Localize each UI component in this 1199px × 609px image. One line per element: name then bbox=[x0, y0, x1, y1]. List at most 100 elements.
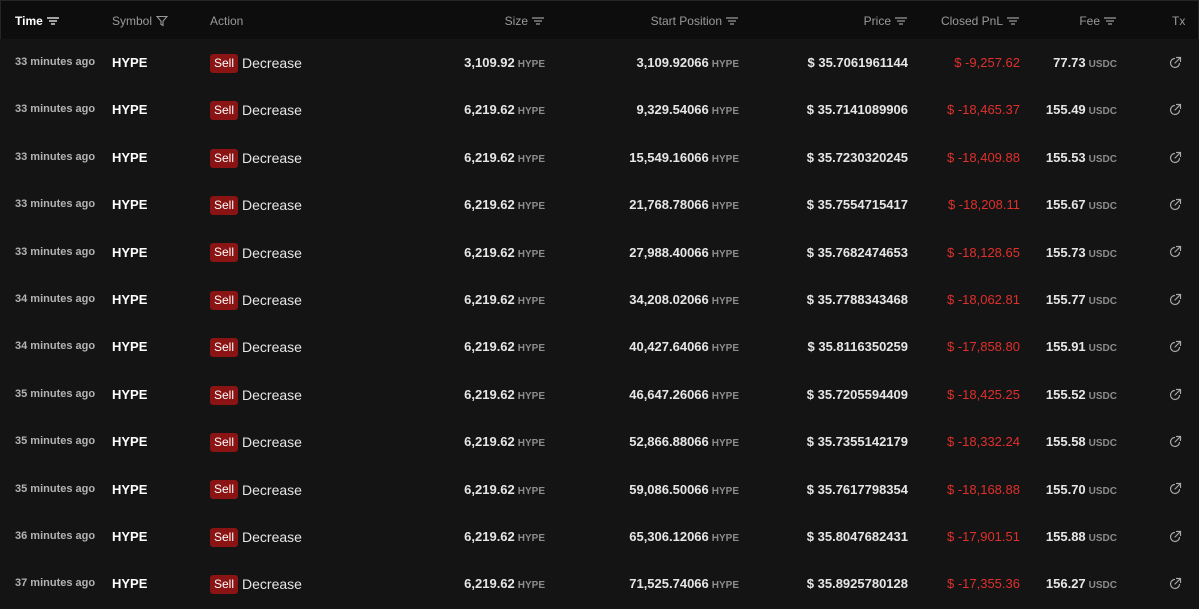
start-position-unit: HYPE bbox=[711, 533, 739, 544]
start-position-unit: HYPE bbox=[711, 153, 739, 165]
start-position-unit: HYPE bbox=[711, 390, 739, 402]
sort-lines-icon[interactable] bbox=[1007, 16, 1019, 26]
start-position-unit: HYPE bbox=[711, 106, 739, 118]
time-cell: 34 minutes ago bbox=[15, 293, 96, 305]
size-cell: 6,219.62 HYPE bbox=[464, 134, 545, 181]
size-unit: HYPE bbox=[517, 106, 545, 118]
external-link-icon[interactable] bbox=[1168, 293, 1182, 307]
external-link-icon[interactable] bbox=[1168, 151, 1182, 165]
action-cell: Sell Decrease bbox=[210, 39, 302, 86]
fee-cell: 155.67 USDC bbox=[1046, 181, 1117, 228]
size-value: 6,219.62 bbox=[464, 576, 515, 592]
table-row[interactable]: 35 minutes ago HYPE Sell Decrease 6,219.62 HY… bbox=[0, 371, 1199, 418]
table-row[interactable]: 33 minutes ago HYPE Sell Decrease 6,219.62 HY… bbox=[0, 181, 1199, 228]
fee-value: 156.27 bbox=[1045, 576, 1086, 592]
size-value: 6,219.62 bbox=[464, 386, 515, 402]
fee-cell: 155.70 USDC bbox=[1046, 466, 1117, 513]
column-header-start-position[interactable]: Start Position bbox=[651, 1, 738, 39]
table-row[interactable]: 33 minutes ago HYPE Sell Decrease 6,219.62 HY… bbox=[0, 86, 1199, 133]
time-cell: 33 minutes ago bbox=[15, 198, 96, 211]
tx-link[interactable] bbox=[1168, 86, 1184, 133]
external-link-icon[interactable] bbox=[1168, 577, 1182, 591]
direction-label: Decrease bbox=[242, 54, 302, 71]
fee-value: 155.70 bbox=[1045, 481, 1086, 497]
symbol-cell: HYPE bbox=[112, 197, 148, 213]
external-link-icon[interactable] bbox=[1168, 245, 1182, 259]
external-link-icon[interactable] bbox=[1168, 435, 1182, 449]
external-link-icon[interactable] bbox=[1168, 482, 1182, 496]
size-unit: HYPE bbox=[517, 153, 545, 165]
external-link-icon[interactable] bbox=[1168, 388, 1182, 402]
table-row[interactable]: 35 minutes ago HYPE Sell Decrease 6,219.62 HY… bbox=[0, 418, 1199, 465]
table-row[interactable]: 33 minutes ago HYPE Sell Decrease 6,219.62 HY… bbox=[0, 134, 1199, 181]
table-row[interactable]: 33 minutes ago HYPE Sell Decrease 3,109.92 HY… bbox=[0, 39, 1199, 86]
action-cell: Sell Decrease bbox=[210, 276, 302, 323]
column-header-action-label: Action bbox=[210, 13, 244, 28]
start-position-unit: HYPE bbox=[711, 248, 739, 260]
size-value: 6,219.62 bbox=[464, 434, 515, 450]
tx-link[interactable] bbox=[1168, 466, 1184, 513]
table-row[interactable]: 33 minutes ago HYPE Sell Decrease 6,219.62 HY… bbox=[0, 229, 1199, 276]
sort-lines-icon[interactable] bbox=[726, 16, 738, 26]
table-row[interactable]: 37 minutes ago HYPE Sell Decrease 6,219.62 HY… bbox=[0, 560, 1199, 607]
tx-link[interactable] bbox=[1168, 513, 1184, 560]
fee-unit: USDC bbox=[1088, 248, 1117, 260]
column-header-fee[interactable]: Fee bbox=[1079, 1, 1116, 39]
symbol-cell: HYPE bbox=[112, 386, 148, 402]
start-position-cell: 3,109.92066 HYPE bbox=[636, 39, 739, 86]
column-header-closed-pnl-label: Closed PnL bbox=[940, 13, 1003, 28]
trade-history-table: Time Symbol Action Size Start Position P… bbox=[0, 0, 1199, 607]
fee-cell: 155.88 USDC bbox=[1046, 513, 1117, 560]
action-cell: Sell Decrease bbox=[210, 560, 302, 607]
fee-cell: 155.49 USDC bbox=[1046, 86, 1117, 133]
external-link-icon[interactable] bbox=[1168, 530, 1182, 544]
tx-link[interactable] bbox=[1168, 276, 1184, 323]
direction-label: Decrease bbox=[242, 196, 302, 213]
table-row[interactable]: 34 minutes ago HYPE Sell Decrease 6,219.62 HY… bbox=[0, 276, 1199, 323]
table-row[interactable]: 34 minutes ago HYPE Sell Decrease 6,219.62 HY… bbox=[0, 323, 1199, 370]
external-link-icon[interactable] bbox=[1168, 56, 1182, 70]
price-cell: $ 35.7554715417 bbox=[806, 197, 908, 213]
column-header-size[interactable]: Size bbox=[505, 1, 544, 39]
start-position-value: 52,866.88066 bbox=[629, 434, 709, 450]
time-cell: 33 minutes ago bbox=[15, 56, 96, 68]
column-header-closed-pnl[interactable]: Closed PnL bbox=[941, 1, 1019, 39]
sell-badge: Sell bbox=[210, 243, 239, 263]
action-cell: Sell Decrease bbox=[210, 229, 302, 276]
closed-pnl-cell: $ -18,208.11 bbox=[947, 197, 1020, 213]
start-position-unit: HYPE bbox=[711, 201, 739, 213]
external-link-icon[interactable] bbox=[1168, 340, 1182, 354]
time-cell: 33 minutes ago bbox=[15, 150, 96, 163]
price-cell: $ 35.7205594409 bbox=[806, 386, 908, 402]
filter-funnel-icon[interactable] bbox=[155, 15, 169, 27]
external-link-icon[interactable] bbox=[1168, 103, 1182, 117]
size-value: 6,219.62 bbox=[464, 244, 515, 260]
start-position-unit: HYPE bbox=[711, 580, 739, 592]
tx-link[interactable] bbox=[1168, 418, 1184, 465]
tx-link[interactable] bbox=[1168, 560, 1184, 607]
size-cell: 6,219.62 HYPE bbox=[464, 560, 545, 607]
tx-link[interactable] bbox=[1168, 181, 1184, 228]
tx-link[interactable] bbox=[1168, 134, 1184, 181]
tx-link[interactable] bbox=[1168, 323, 1184, 370]
tx-link[interactable] bbox=[1168, 229, 1184, 276]
action-cell: Sell Decrease bbox=[210, 513, 302, 560]
sort-lines-icon[interactable] bbox=[46, 16, 59, 26]
start-position-value: 65,306.12066 bbox=[629, 529, 709, 544]
column-header-symbol[interactable]: Symbol bbox=[112, 1, 169, 39]
tx-link[interactable] bbox=[1168, 39, 1184, 86]
tx-link[interactable] bbox=[1168, 371, 1184, 418]
size-unit: HYPE bbox=[517, 59, 545, 70]
start-position-cell: 46,647.26066 HYPE bbox=[629, 371, 739, 418]
size-cell: 3,109.92 HYPE bbox=[464, 39, 545, 86]
table-row[interactable]: 36 minutes ago HYPE Sell Decrease 6,219.62 HY… bbox=[0, 513, 1199, 560]
external-link-icon[interactable] bbox=[1168, 198, 1182, 212]
sort-lines-icon[interactable] bbox=[532, 16, 544, 26]
column-header-time[interactable]: Time bbox=[15, 1, 59, 39]
size-cell: 6,219.62 HYPE bbox=[464, 86, 545, 133]
table-row[interactable]: 35 minutes ago HYPE Sell Decrease 6,219.62 HY… bbox=[0, 466, 1199, 513]
column-header-price[interactable]: Price bbox=[864, 1, 907, 39]
sort-lines-icon[interactable] bbox=[895, 16, 907, 26]
fee-value: 155.58 bbox=[1045, 434, 1086, 450]
sort-lines-icon[interactable] bbox=[1104, 16, 1116, 26]
